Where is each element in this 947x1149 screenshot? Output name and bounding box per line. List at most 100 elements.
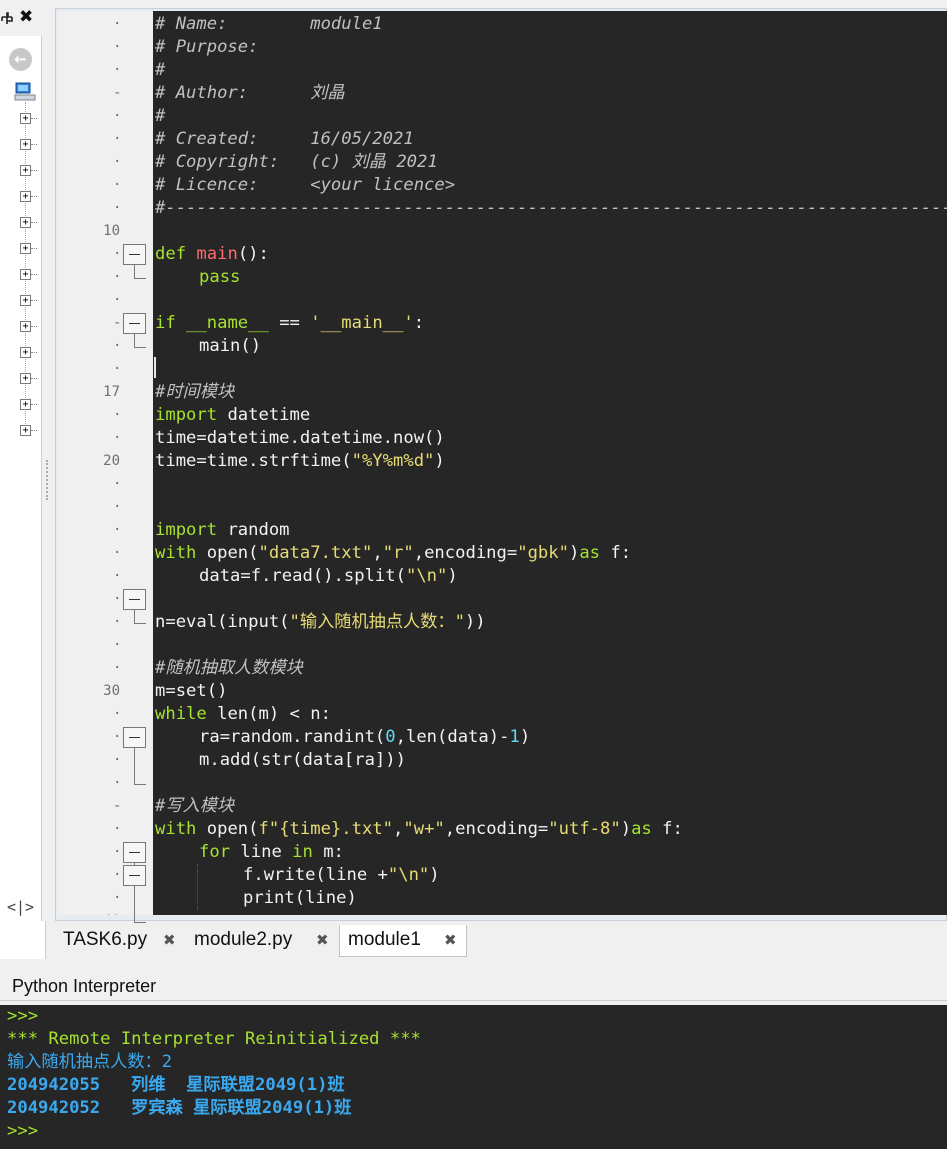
string-literal: "w+": [403, 819, 445, 839]
code-text: ): [447, 566, 458, 586]
code-line: m.add(str(data[ra])): [199, 750, 406, 770]
tab-close-icon[interactable]: ✖: [316, 925, 329, 955]
close-icon[interactable]: ✖: [19, 9, 33, 26]
line-number: 10: [58, 220, 153, 243]
back-arrow-icon[interactable]: ←: [9, 48, 32, 71]
line-dot: ·: [113, 131, 122, 147]
code-line: # Purpose:: [155, 37, 259, 57]
tree-expand-icon[interactable]: +: [20, 139, 37, 150]
code-text: ,encoding=: [413, 543, 518, 563]
line-marker: ·: [58, 634, 153, 657]
code-text: f:: [651, 819, 683, 839]
code-text: random: [217, 520, 290, 540]
code-text: )): [464, 612, 486, 632]
fold-line: [134, 748, 135, 784]
tree-expand-icon[interactable]: +: [20, 269, 37, 280]
console-line: *** Remote Interpreter Reinitialized ***: [7, 1029, 421, 1049]
tree-expand-icon[interactable]: +: [20, 373, 37, 384]
code-line: with open("data7.txt","r",encoding="gbk"…: [155, 542, 631, 565]
string-literal: "\n": [387, 865, 430, 885]
code-line: #: [155, 60, 166, 80]
tree-expand-icon[interactable]: +: [20, 113, 37, 124]
tree-expand-icon[interactable]: +: [20, 295, 37, 306]
horizontal-scroll-arrows[interactable]: <|>: [0, 895, 42, 921]
tab-close-icon[interactable]: ✖: [444, 925, 457, 955]
line-marker: ·: [58, 703, 153, 726]
line-marker: ·: [58, 36, 153, 59]
fold-toggle-icon[interactable]: [123, 842, 146, 863]
code-line: #写入模块: [155, 796, 235, 816]
code-line: # Copyright: (c) 刘晶 2021: [155, 152, 438, 172]
code-text: __name__: [186, 313, 269, 333]
function-name: main: [196, 244, 238, 264]
line-marker: ·: [58, 749, 153, 772]
pin-icon[interactable]: [1, 12, 13, 29]
tree-expand-icon[interactable]: +: [20, 165, 37, 176]
line-marker: ·: [58, 818, 153, 841]
code-line: n=eval(input("输入随机抽点人数：")): [155, 611, 486, 634]
code-text: ():: [237, 244, 269, 264]
line-dot: -: [113, 798, 122, 814]
line-number-text: 10: [103, 223, 120, 239]
line-marker: ·: [58, 496, 153, 519]
line-dot: ·: [113, 200, 122, 216]
fold-toggle-icon[interactable]: [123, 727, 146, 748]
code-text: ,: [372, 543, 383, 563]
file-tree[interactable]: ← + + + + + + + + + + + + +: [0, 36, 42, 896]
code-line: def main():: [155, 243, 269, 266]
line-dot: -: [113, 315, 122, 331]
tree-expand-icon[interactable]: +: [20, 243, 37, 254]
fold-toggle-icon[interactable]: [123, 244, 146, 265]
code-text: f:: [600, 543, 632, 563]
code-line: # Name: module1: [155, 14, 383, 34]
code-text: ): [434, 451, 445, 471]
keyword: if: [155, 313, 176, 333]
tree-expand-icon[interactable]: +: [20, 217, 37, 228]
line-marker: ·: [58, 13, 153, 36]
code-text: m:: [312, 842, 344, 862]
line-marker: ·: [58, 427, 153, 450]
fold-end-marker: [134, 922, 146, 923]
fold-toggle-icon[interactable]: [123, 865, 146, 886]
tree-expand-icon[interactable]: +: [20, 347, 37, 358]
code-text: :: [413, 313, 425, 333]
line-dot: ·: [113, 752, 122, 768]
tree-expand-icon[interactable]: +: [20, 191, 37, 202]
line-dot: ·: [113, 292, 122, 308]
code-line: #随机抽取人数模块: [155, 658, 303, 678]
line-dot: ·: [113, 39, 122, 55]
line-dot: ·: [113, 775, 122, 791]
line-marker: -: [58, 795, 153, 818]
tree-expand-icon[interactable]: +: [20, 321, 37, 332]
string-literal: "\n": [405, 566, 448, 586]
tab-module2[interactable]: module2.py ✖: [186, 925, 336, 957]
code-line: # Author: 刘晶: [155, 83, 345, 103]
splitter-grip[interactable]: [46, 460, 50, 500]
code-line: if __name__ == '__main__':: [155, 312, 424, 335]
divider: [0, 1000, 947, 1001]
code-line: for line in m:: [199, 841, 344, 864]
fold-toggle-icon[interactable]: [123, 313, 146, 334]
fold-line: [134, 265, 135, 278]
code-text: ): [519, 727, 531, 747]
line-number: 20: [58, 450, 153, 473]
code-editor[interactable]: # Name: module1 # Purpose: # # Author: 刘…: [153, 11, 947, 915]
code-line: pass: [199, 267, 241, 287]
computer-icon[interactable]: [14, 82, 38, 102]
tab-task6[interactable]: TASK6.py ✖: [55, 925, 180, 957]
console-prompt: >>>: [7, 1121, 39, 1141]
tree-expand-icon[interactable]: +: [20, 425, 37, 436]
tab-close-icon[interactable]: ✖: [163, 925, 176, 955]
console-line: 204942052 罗宾森 星际联盟2049(1)班: [7, 1098, 352, 1118]
fold-end-marker: [134, 623, 146, 624]
code-text: ,encoding=: [444, 819, 549, 839]
fold-toggle-icon[interactable]: [123, 589, 146, 610]
interpreter-console[interactable]: >>> *** Remote Interpreter Reinitialized…: [0, 1005, 947, 1149]
line-dot: ·: [113, 591, 122, 607]
code-line: #时间模块: [155, 382, 235, 402]
code-line: data=f.read().split("\n"): [199, 565, 458, 588]
line-dot: ·: [113, 499, 122, 515]
tab-module1[interactable]: module1 ✖: [339, 925, 467, 957]
string-literal: "输入随机抽点人数：": [289, 612, 465, 632]
tree-expand-icon[interactable]: +: [20, 399, 37, 410]
